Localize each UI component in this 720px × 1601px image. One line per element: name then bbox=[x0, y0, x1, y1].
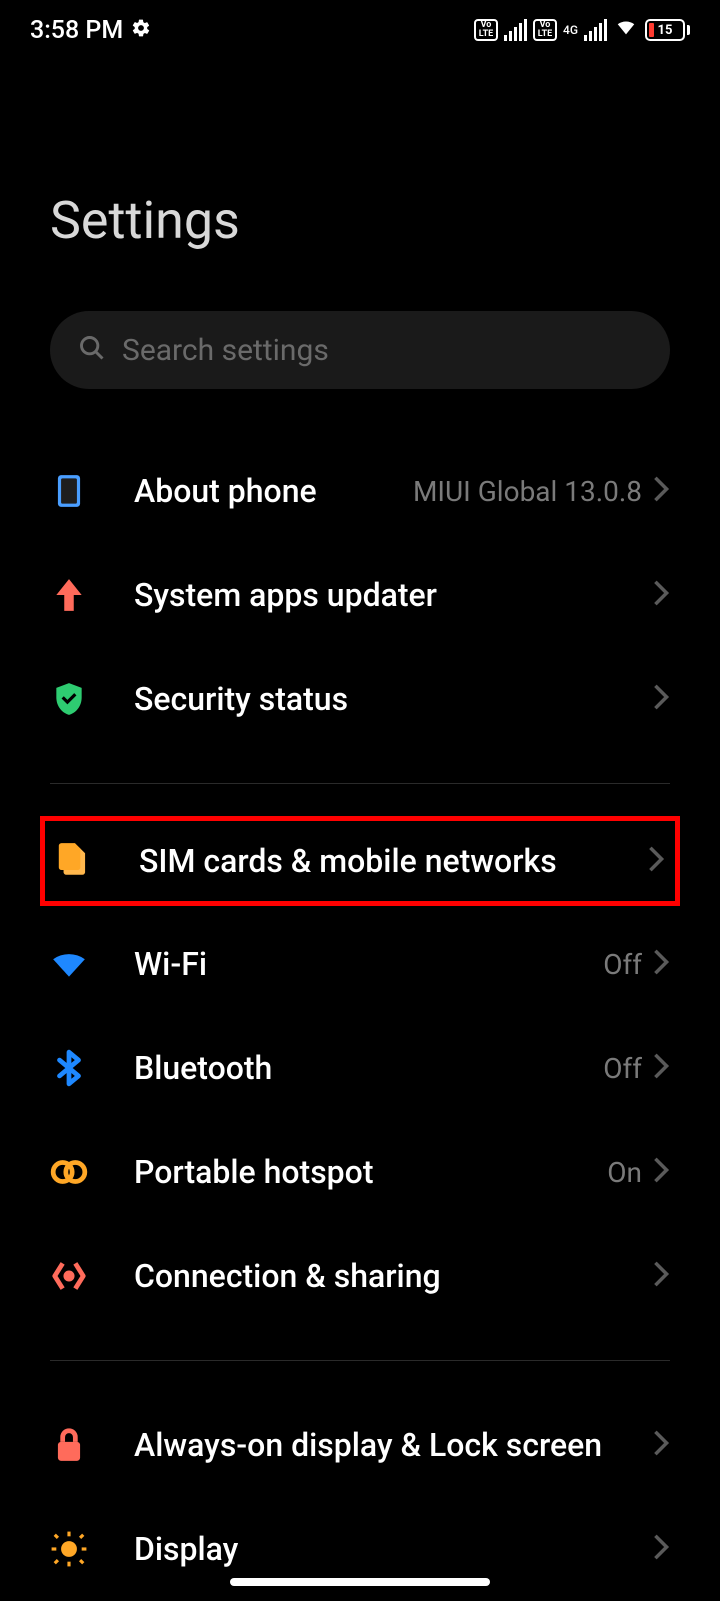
chevron-right-icon bbox=[652, 683, 670, 715]
signal-icon-2 bbox=[584, 19, 607, 41]
divider bbox=[50, 783, 670, 784]
item-label: SIM cards & mobile networks bbox=[139, 841, 647, 881]
item-label: Security status bbox=[134, 679, 652, 719]
chevron-right-icon bbox=[652, 1260, 670, 1292]
volte-icon-2: VoLTE bbox=[533, 19, 557, 41]
list-item-system-apps-updater[interactable]: System apps updater bbox=[0, 543, 720, 647]
chevron-right-icon bbox=[652, 475, 670, 507]
page-title: Settings bbox=[0, 60, 720, 311]
home-indicator[interactable] bbox=[230, 1578, 490, 1586]
list-item-connection-sharing[interactable]: Connection & sharing bbox=[0, 1224, 720, 1328]
chevron-right-icon bbox=[652, 1533, 670, 1565]
item-label: Wi-Fi bbox=[134, 944, 603, 984]
chevron-right-icon bbox=[652, 1052, 670, 1084]
search-input[interactable]: Search settings bbox=[50, 311, 670, 389]
item-value: Off bbox=[603, 1052, 642, 1085]
item-label: System apps updater bbox=[134, 575, 652, 615]
list-item-wifi[interactable]: Wi-Fi Off bbox=[0, 912, 720, 1016]
signal-icon-1 bbox=[504, 19, 527, 41]
status-time: 3:58 PM bbox=[30, 16, 123, 45]
volte-icon-1: VoLTE bbox=[474, 19, 498, 41]
item-label: Display bbox=[134, 1529, 652, 1569]
shield-icon bbox=[50, 680, 88, 718]
chevron-right-icon bbox=[647, 845, 665, 877]
item-value: MIUI Global 13.0.8 bbox=[413, 475, 642, 508]
item-value: Off bbox=[603, 948, 642, 981]
battery-icon: 15 bbox=[645, 19, 690, 41]
list-item-always-on-display[interactable]: Always-on display & Lock screen bbox=[0, 1393, 720, 1497]
search-placeholder: Search settings bbox=[122, 333, 329, 368]
bluetooth-icon bbox=[50, 1049, 88, 1087]
gear-icon bbox=[131, 16, 151, 45]
sim-card-icon bbox=[55, 842, 93, 880]
item-label: Connection & sharing bbox=[134, 1256, 652, 1296]
network-type-icon: 4G bbox=[563, 24, 578, 36]
list-item-bluetooth[interactable]: Bluetooth Off bbox=[0, 1016, 720, 1120]
list-item-sim-cards[interactable]: SIM cards & mobile networks bbox=[45, 821, 675, 901]
item-value: On bbox=[607, 1156, 642, 1189]
highlight-annotation: SIM cards & mobile networks bbox=[40, 816, 680, 906]
status-bar: 3:58 PM VoLTE VoLTE 4G 15 bbox=[0, 0, 720, 60]
hotspot-icon bbox=[50, 1153, 88, 1191]
brightness-icon bbox=[50, 1530, 88, 1568]
search-icon bbox=[78, 334, 106, 366]
item-label: About phone bbox=[134, 471, 413, 511]
item-label: Always-on display & Lock screen bbox=[134, 1425, 652, 1465]
lock-icon bbox=[50, 1426, 88, 1464]
list-item-about-phone[interactable]: About phone MIUI Global 13.0.8 bbox=[0, 439, 720, 543]
chevron-right-icon bbox=[652, 579, 670, 611]
upload-arrow-icon bbox=[50, 576, 88, 614]
phone-icon bbox=[50, 472, 88, 510]
list-item-portable-hotspot[interactable]: Portable hotspot On bbox=[0, 1120, 720, 1224]
divider bbox=[50, 1360, 670, 1361]
wifi-icon bbox=[613, 16, 639, 45]
chevron-right-icon bbox=[652, 1156, 670, 1188]
chevron-right-icon bbox=[652, 948, 670, 980]
connection-icon bbox=[50, 1257, 88, 1295]
item-label: Portable hotspot bbox=[134, 1152, 607, 1192]
item-label: Bluetooth bbox=[134, 1048, 603, 1088]
list-item-security-status[interactable]: Security status bbox=[0, 647, 720, 751]
wifi-icon bbox=[50, 945, 88, 983]
chevron-right-icon bbox=[652, 1429, 670, 1461]
